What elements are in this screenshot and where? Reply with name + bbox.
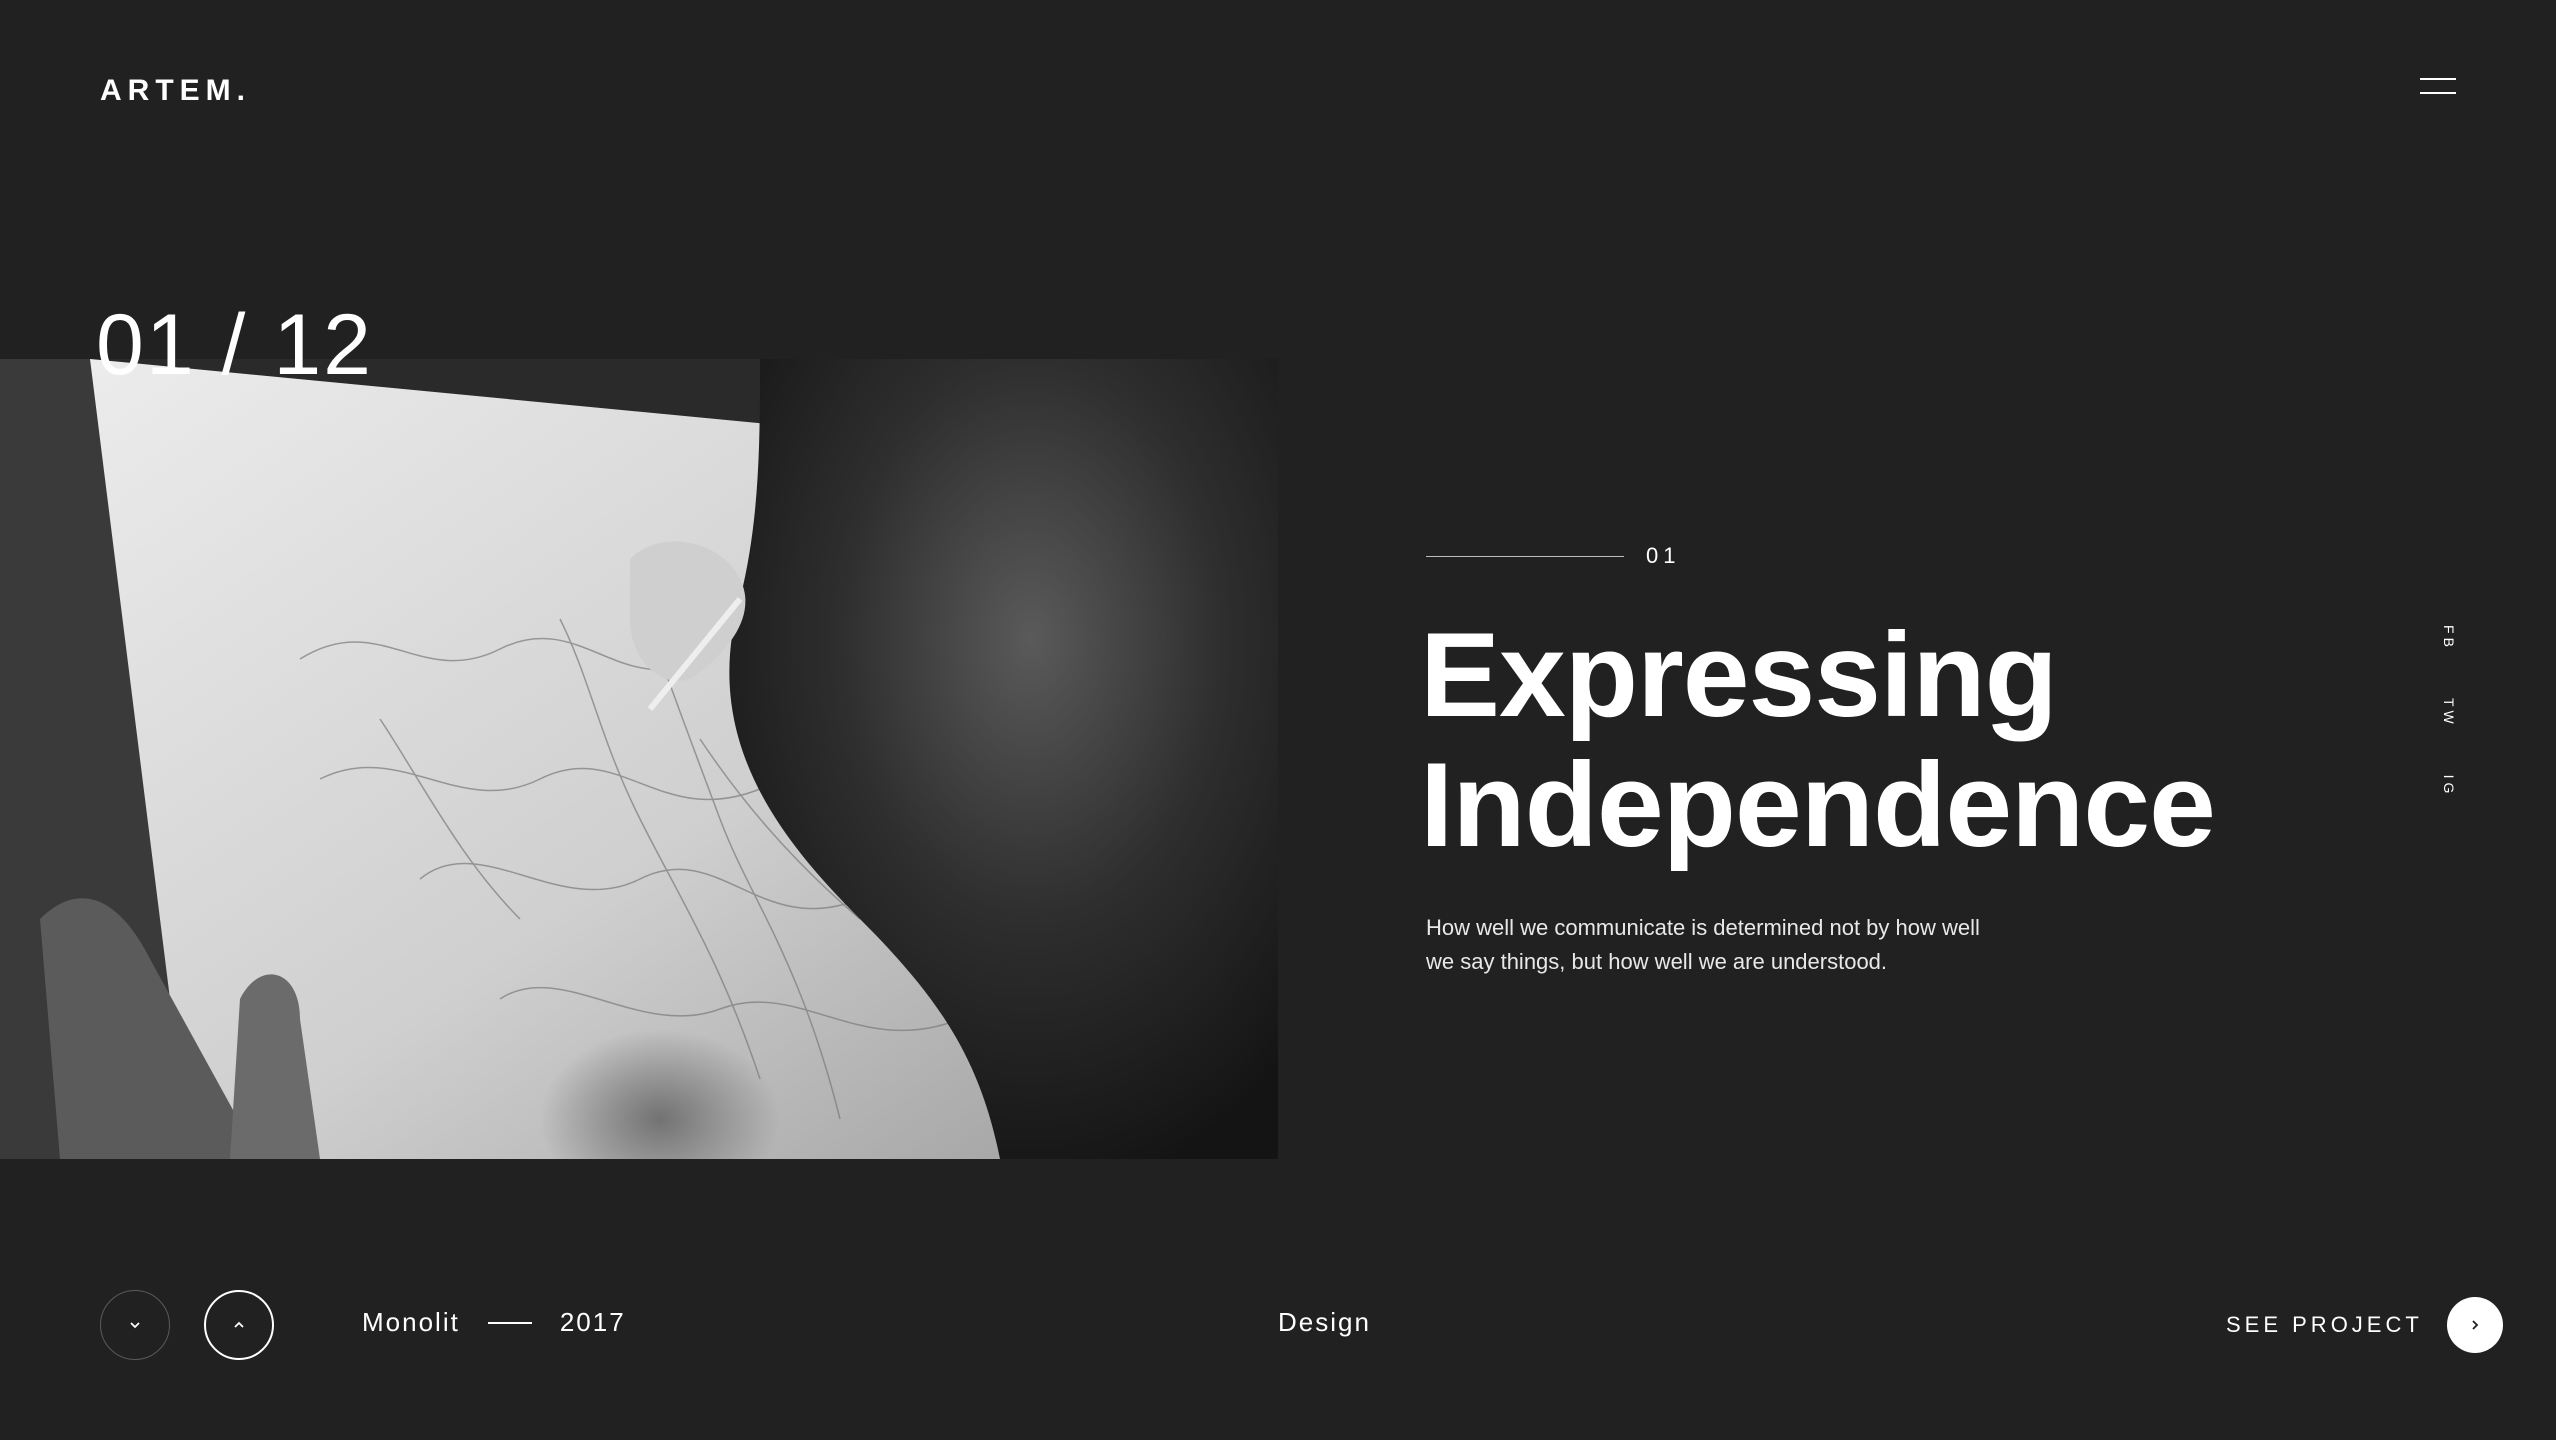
slide-description: How well we communicate is determined no…: [1426, 915, 1980, 974]
slide-title: Expressing Independence: [1420, 608, 2216, 872]
project-category: Design: [1278, 1307, 1371, 1337]
project-name: Monolit: [362, 1307, 460, 1337]
see-project-label: SEE PROJECT: [2226, 1312, 2423, 1337]
drawing-artist-photo: [0, 359, 1278, 1159]
slide-down-button[interactable]: [100, 1290, 170, 1360]
index-number: 01: [1646, 543, 1681, 568]
chevron-down-icon: [130, 1322, 140, 1329]
slide-image: [0, 359, 1278, 1159]
slide-index: 01: [1426, 543, 1680, 569]
social-links: FB TW IG: [2435, 620, 2463, 840]
menu-line-top: [2420, 78, 2456, 80]
slide-up-button[interactable]: [204, 1290, 274, 1360]
index-rule: [1426, 555, 1624, 557]
social-link-ig[interactable]: IG: [2441, 772, 2457, 800]
slider-page: ARTEM. 01 / 12 01 Expressing Independenc…: [0, 0, 2556, 1440]
slide-title-line-2: Independence: [1420, 738, 2216, 872]
project-meta: Monolit 2017: [362, 1307, 626, 1338]
meta-dash: [487, 1321, 532, 1324]
slide-title-line-1: Expressing: [1420, 608, 2058, 742]
site-logo[interactable]: ARTEM.: [100, 74, 251, 108]
project-year: 2017: [559, 1307, 626, 1337]
social-link-fb[interactable]: FB: [2441, 624, 2457, 652]
see-project-button[interactable]: SEE PROJECT: [2226, 1297, 2503, 1353]
see-project-arrow: [2446, 1297, 2503, 1353]
social-link-tw[interactable]: TW: [2441, 698, 2457, 728]
chevron-up-icon: [234, 1321, 244, 1328]
hamburger-menu-icon[interactable]: [2420, 74, 2456, 102]
chevron-right-icon: [2472, 1320, 2479, 1330]
slide-counter: 01 / 12: [96, 297, 373, 393]
menu-line-bottom: [2420, 92, 2456, 94]
